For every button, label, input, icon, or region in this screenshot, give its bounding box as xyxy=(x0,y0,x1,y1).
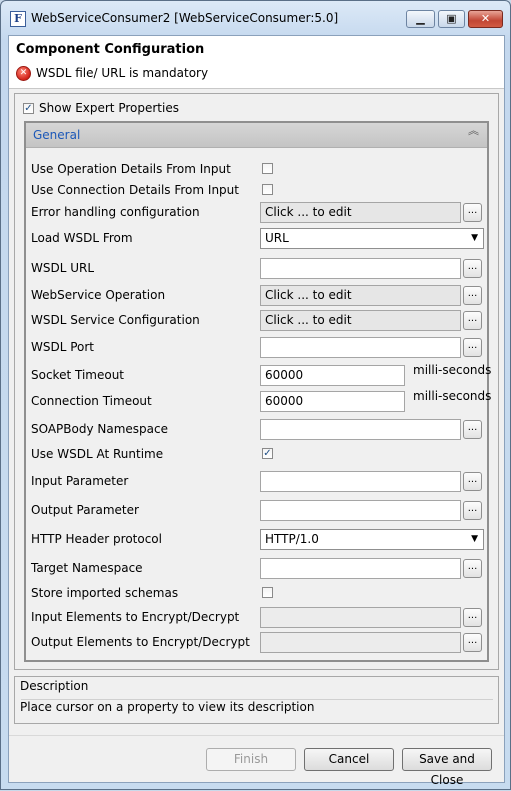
show-expert-label: Show Expert Properties xyxy=(39,101,179,115)
label-wsdl-port: WSDL Port xyxy=(31,340,95,354)
description-text: Place cursor on a property to view its d… xyxy=(20,700,315,714)
show-expert-checkbox[interactable]: ✓ xyxy=(23,103,34,114)
input-socket-timeout[interactable]: 60000 xyxy=(260,365,405,386)
label-load-wsdl-from: Load WSDL From xyxy=(31,231,133,245)
label-input-parameter: Input Parameter xyxy=(31,474,129,488)
checkbox-use-wsdl-at-runtime[interactable]: ✓ xyxy=(262,448,273,459)
save-and-close-button[interactable]: Save and Close xyxy=(402,748,492,787)
input-output-elements-to-encrypt-decrypt[interactable] xyxy=(260,632,461,653)
finish-button[interactable]: Finish xyxy=(206,748,296,771)
browse-button-wsdl-url[interactable]: ... xyxy=(463,259,482,278)
dialog-client-area: Component Configuration ✕ WSDL file/ URL… xyxy=(8,35,505,787)
minimize-icon: ▁ xyxy=(416,12,425,25)
group-title: General xyxy=(33,128,81,142)
chevron-down-icon: ▼ xyxy=(471,534,478,544)
close-icon: ✕ xyxy=(480,12,491,25)
label-output-elements-to-encrypt-decrypt: Output Elements to Encrypt/Decrypt xyxy=(31,635,250,649)
label-soapbody-namespace: SOAPBody Namespace xyxy=(31,422,169,436)
cancel-button[interactable]: Cancel xyxy=(304,748,394,771)
editor-wsdl-service-configuration[interactable]: Click ... to edit xyxy=(260,310,461,331)
label-http-header-protocol: HTTP Header protocol xyxy=(31,532,162,546)
chevron-down-icon: ▼ xyxy=(471,233,478,243)
input-wsdl-url[interactable] xyxy=(260,258,461,279)
select-value: URL xyxy=(265,231,289,245)
browse-button-webservice-operation[interactable]: ... xyxy=(463,286,482,305)
unit-label: milli-seconds xyxy=(413,363,492,377)
content-frame: ✓ Show Expert Properties General ︽ Use O… xyxy=(14,93,499,670)
label-target-namespace: Target Namespace xyxy=(31,561,143,575)
input-input-parameter[interactable] xyxy=(260,471,461,492)
unit-label: milli-seconds xyxy=(413,389,492,403)
input-output-parameter[interactable] xyxy=(260,500,461,521)
checkbox-use-operation-details-from-input[interactable] xyxy=(262,163,273,174)
dialog-header: Component Configuration ✕ WSDL file/ URL… xyxy=(9,36,504,89)
title-bar: F WebServiceConsumer2 [WebServiceConsume… xyxy=(1,1,510,35)
label-store-imported-schemas: Store imported schemas xyxy=(31,586,179,600)
window-title: WebServiceConsumer2 [WebServiceConsumer:… xyxy=(31,11,339,25)
browse-button-output-elements-to-encrypt-decrypt[interactable]: ... xyxy=(463,633,482,652)
editor-error-handling-configuration[interactable]: Click ... to edit xyxy=(260,202,461,223)
dialog-window: F WebServiceConsumer2 [WebServiceConsume… xyxy=(0,0,511,790)
error-message: WSDL file/ URL is mandatory xyxy=(36,66,209,80)
input-soapbody-namespace[interactable] xyxy=(260,419,461,440)
label-wsdl-url: WSDL URL xyxy=(31,261,95,275)
browse-button-target-namespace[interactable]: ... xyxy=(463,559,482,578)
button-bar-divider xyxy=(9,735,504,736)
error-icon: ✕ xyxy=(16,66,31,81)
label-use-operation-details-from-input: Use Operation Details From Input xyxy=(31,162,231,176)
input-connection-timeout[interactable]: 60000 xyxy=(260,391,405,412)
checkbox-store-imported-schemas[interactable] xyxy=(262,587,273,598)
browse-button-soapbody-namespace[interactable]: ... xyxy=(463,420,482,439)
browse-button-input-parameter[interactable]: ... xyxy=(463,472,482,491)
checkbox-use-connection-details-from-input[interactable] xyxy=(262,184,273,195)
properties-panel: General ︽ Use Operation Details From Inp… xyxy=(24,121,492,662)
collapse-icon[interactable]: ︽ xyxy=(468,125,479,136)
browse-button-wsdl-service-configuration[interactable]: ... xyxy=(463,311,482,330)
label-connection-timeout: Connection Timeout xyxy=(31,394,152,408)
label-wsdl-service-configuration: WSDL Service Configuration xyxy=(31,313,200,327)
maximize-icon: ▣ xyxy=(446,12,457,25)
label-use-connection-details-from-input: Use Connection Details From Input xyxy=(31,183,239,197)
minimize-button[interactable]: ▁ xyxy=(406,10,435,28)
maximize-button[interactable]: ▣ xyxy=(438,10,465,28)
input-wsdl-port[interactable] xyxy=(260,337,461,358)
select-value: HTTP/1.0 xyxy=(265,532,319,546)
editor-webservice-operation[interactable]: Click ... to edit xyxy=(260,285,461,306)
description-frame: Description Place cursor on a property t… xyxy=(14,676,499,724)
description-title: Description xyxy=(20,679,89,693)
input-target-namespace[interactable] xyxy=(260,558,461,579)
app-icon: F xyxy=(10,11,26,27)
label-input-elements-to-encrypt-decrypt: Input Elements to Encrypt/Decrypt xyxy=(31,610,240,624)
close-button[interactable]: ✕ xyxy=(468,10,503,28)
label-socket-timeout: Socket Timeout xyxy=(31,368,124,382)
browse-button-output-parameter[interactable]: ... xyxy=(463,501,482,520)
browse-button-input-elements-to-encrypt-decrypt[interactable]: ... xyxy=(463,608,482,627)
label-error-handling-configuration: Error handling configuration xyxy=(31,205,200,219)
group-header-general[interactable]: General ︽ xyxy=(26,123,487,148)
select-http-header-protocol[interactable]: HTTP/1.0 ▼ xyxy=(260,529,484,550)
input-input-elements-to-encrypt-decrypt[interactable] xyxy=(260,607,461,628)
select-load-wsdl-from[interactable]: URL ▼ xyxy=(260,228,484,249)
browse-button-error-handling-configuration[interactable]: ... xyxy=(463,203,482,222)
browse-button-wsdl-port[interactable]: ... xyxy=(463,338,482,357)
label-output-parameter: Output Parameter xyxy=(31,503,139,517)
header-title: Component Configuration xyxy=(16,42,205,57)
label-webservice-operation: WebService Operation xyxy=(31,288,166,302)
label-use-wsdl-at-runtime: Use WSDL At Runtime xyxy=(31,447,164,461)
